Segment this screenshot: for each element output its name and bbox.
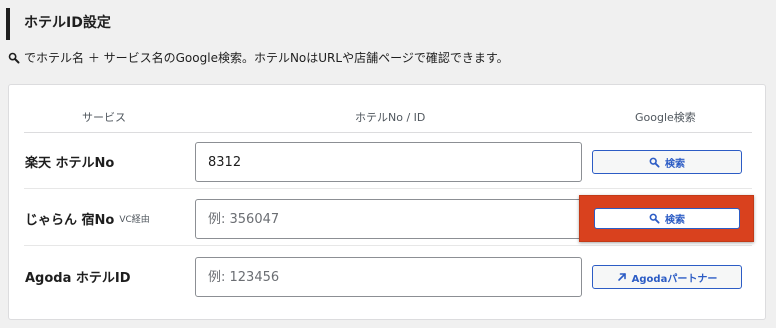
- table-row-rakuten: 楽天 ホテルNo 検索: [24, 133, 752, 189]
- button-label: Agodaパートナー: [631, 273, 718, 285]
- row-label-text: Agoda ホテルID: [25, 270, 131, 286]
- header-service: サービス: [82, 111, 126, 124]
- row-label: じゃらん 宿No VC経由: [25, 190, 150, 246]
- help-text-content: でホテル名 ＋ サービス名のGoogle検索。ホテルNoはURLや店舗ページで確…: [24, 51, 509, 65]
- header-hotel-id: ホテルNo / ID: [355, 111, 426, 124]
- button-label: 検索: [665, 215, 685, 226]
- search-icon: [649, 213, 660, 224]
- header-google-search: Google検索: [635, 111, 696, 124]
- button-label: 検索: [665, 158, 685, 170]
- row-label: 楽天 ホテルNo: [25, 133, 114, 189]
- section-title-text: ホテルID設定: [24, 15, 111, 31]
- rakuten-hotel-no-input[interactable]: [195, 142, 582, 182]
- search-icon: [8, 52, 20, 64]
- section-title: ホテルID設定: [6, 8, 111, 40]
- table-row-agoda: Agoda ホテルID Agodaパートナー: [24, 248, 752, 304]
- search-icon: [649, 157, 660, 168]
- jalan-hotel-no-input[interactable]: [195, 199, 582, 239]
- help-text: でホテル名 ＋ サービス名のGoogle検索。ホテルNoはURLや店舗ページで確…: [8, 48, 509, 68]
- jalan-search-button[interactable]: 検索: [594, 208, 740, 229]
- hotel-id-card: サービス ホテルNo / ID Google検索 楽天 ホテルNo 検索 じゃら…: [8, 84, 766, 320]
- table-header: サービス ホテルNo / ID Google検索: [24, 103, 752, 133]
- rakuten-search-button[interactable]: 検索: [592, 150, 742, 174]
- hotel-id-settings-page: ホテルID設定 でホテル名 ＋ サービス名のGoogle検索。ホテルNoはURL…: [0, 0, 776, 328]
- table-row-jalan: じゃらん 宿No VC経由 検索: [24, 190, 754, 246]
- row-sublabel: VC経由: [119, 214, 150, 225]
- row-label-text: 楽天 ホテルNo: [25, 155, 115, 171]
- external-link-icon: [617, 273, 626, 281]
- agoda-hotel-id-input[interactable]: [195, 257, 582, 297]
- row-label: Agoda ホテルID: [25, 248, 131, 304]
- agoda-partner-button[interactable]: Agodaパートナー: [592, 265, 742, 289]
- row-label-text: じゃらん 宿No: [25, 212, 115, 228]
